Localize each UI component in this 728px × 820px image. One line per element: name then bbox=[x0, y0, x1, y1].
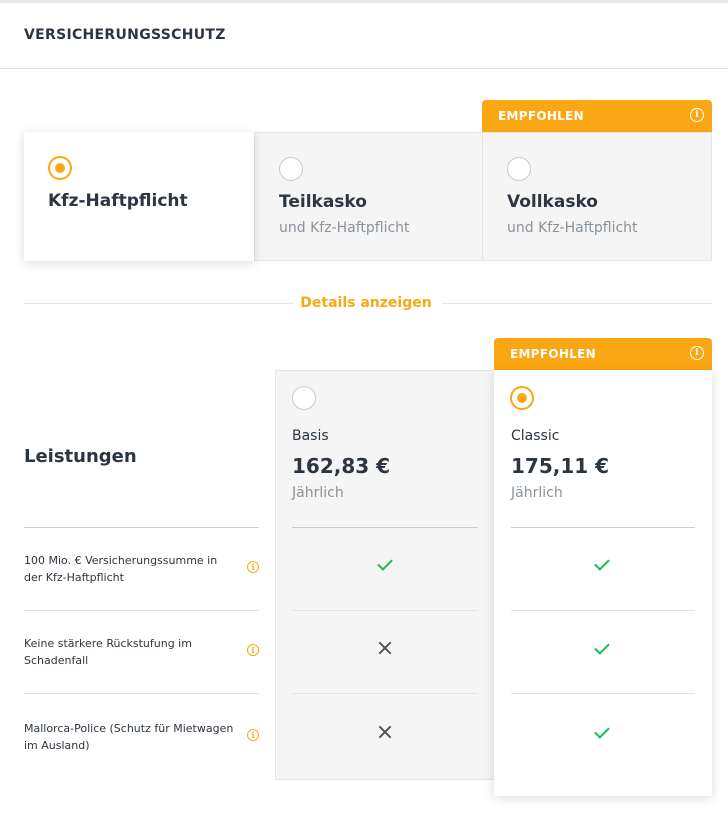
info-icon[interactable]: i bbox=[690, 108, 704, 122]
row-separator bbox=[511, 610, 695, 611]
haftpflicht-radio[interactable] bbox=[48, 156, 72, 180]
feature-label: Mallorca-Police (Schutz für Mietwagen im… bbox=[24, 722, 234, 752]
row-separator bbox=[24, 693, 259, 694]
feature-label: 100 Mio. € Versicherungssumme in der Kfz… bbox=[24, 554, 218, 584]
teilkasko-subtitle: und Kfz-Haftpflicht bbox=[279, 220, 410, 236]
classic-recommended-badge: EMPFOHLEN i bbox=[494, 338, 712, 370]
basis-period: Jährlich bbox=[292, 485, 344, 501]
teilkasko-radio[interactable] bbox=[279, 157, 303, 181]
teilkasko-title: Teilkasko bbox=[279, 192, 367, 212]
info-icon[interactable]: i bbox=[247, 644, 259, 656]
recommended-label: EMPFOHLEN bbox=[510, 347, 596, 361]
vollkasko-title: Vollkasko bbox=[507, 192, 598, 212]
row-separator bbox=[292, 610, 478, 611]
basis-radio[interactable] bbox=[292, 386, 316, 410]
comparison-heading: Leistungen bbox=[24, 446, 137, 467]
cross-icon bbox=[378, 641, 392, 655]
info-icon[interactable]: i bbox=[247, 561, 259, 573]
section-header: VERSICHERUNGSSCHUTZ bbox=[0, 3, 728, 69]
coverage-option-haftpflicht[interactable]: Kfz-Haftpflicht bbox=[24, 132, 254, 261]
row-separator bbox=[292, 693, 478, 694]
divider-left bbox=[24, 303, 294, 304]
classic-name: Classic bbox=[511, 428, 560, 444]
row-separator bbox=[24, 610, 259, 611]
cross-icon bbox=[378, 725, 392, 739]
info-icon[interactable]: i bbox=[247, 729, 259, 741]
basis-name: Basis bbox=[292, 428, 329, 444]
classic-radio[interactable] bbox=[510, 386, 534, 410]
classic-price: 175,11 € bbox=[511, 454, 610, 478]
coverage-option-vollkasko[interactable]: Vollkasko und Kfz-Haftpflicht bbox=[482, 132, 712, 261]
haftpflicht-title: Kfz-Haftpflicht bbox=[48, 191, 188, 211]
details-link[interactable]: Details anzeigen bbox=[296, 295, 436, 311]
feature-label: Keine stärkere Rückstufung im Schadenfal… bbox=[24, 637, 192, 667]
info-icon[interactable]: i bbox=[690, 346, 704, 360]
vollkasko-radio[interactable] bbox=[507, 157, 531, 181]
table-header-separator bbox=[292, 527, 478, 528]
coverage-option-teilkasko[interactable]: Teilkasko und Kfz-Haftpflicht bbox=[254, 132, 483, 261]
row-separator bbox=[511, 693, 695, 694]
vollkasko-recommended-badge: EMPFOHLEN i bbox=[482, 100, 712, 132]
section-title: VERSICHERUNGSSCHUTZ bbox=[24, 27, 226, 43]
table-header-separator bbox=[511, 527, 695, 528]
divider-right bbox=[442, 303, 712, 304]
vollkasko-subtitle: und Kfz-Haftpflicht bbox=[507, 220, 638, 236]
basis-price: 162,83 € bbox=[292, 454, 391, 478]
recommended-label: EMPFOHLEN bbox=[498, 109, 584, 123]
classic-period: Jährlich bbox=[511, 485, 563, 501]
table-header-separator bbox=[24, 527, 259, 528]
